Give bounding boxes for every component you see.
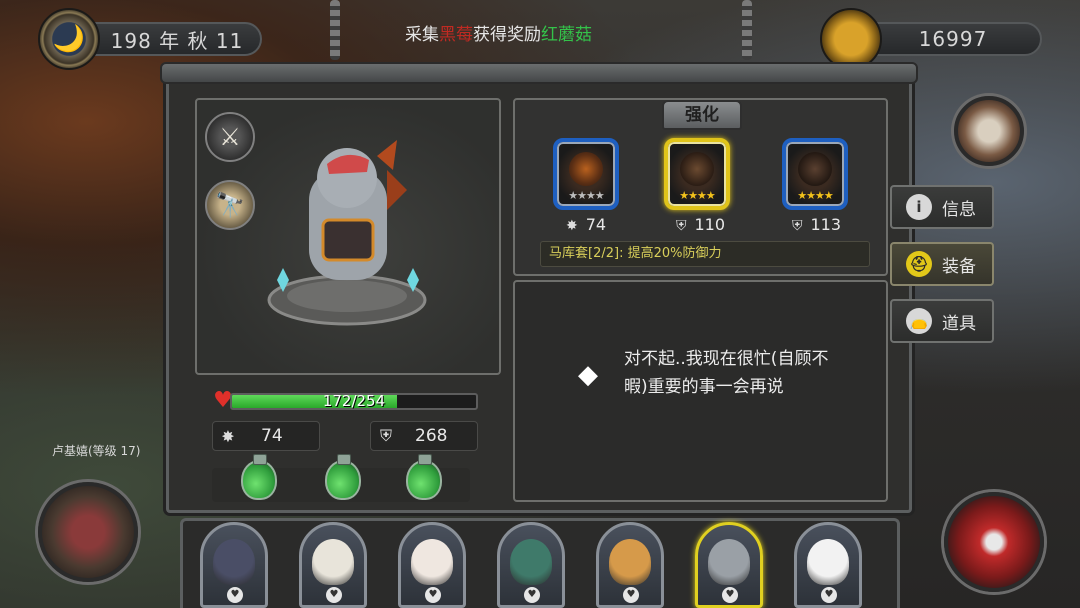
set-bonus-text: 马库套[2/2]: 提高20%防御力	[540, 241, 870, 267]
gear-value-text: 110	[694, 215, 726, 234]
hero-card-bull[interactable]: ♥	[200, 522, 268, 608]
hero-card-polar-bear[interactable]: ♥	[794, 522, 862, 608]
class-badge-icon: ♥	[623, 587, 639, 603]
class-badge-icon: ♥	[425, 587, 441, 603]
tab-label: 信息	[942, 199, 976, 220]
polar-bear-portrait	[807, 539, 849, 585]
tab-items[interactable]: 👝 道具	[890, 299, 994, 343]
class-badge-icon: ♥	[326, 587, 342, 603]
bull-portrait	[213, 539, 255, 585]
attack-value: 74	[261, 426, 283, 446]
gear-attack-value: ✸ 74	[566, 215, 606, 234]
gear-defense-value: ⛨ 110	[676, 215, 725, 234]
strengthen-button[interactable]: 强化	[662, 100, 742, 130]
house-button[interactable]	[38, 482, 138, 582]
giraffe-portrait	[609, 539, 651, 585]
quest-mid: 获得奖励	[473, 25, 541, 45]
quest-target: 黑莓	[439, 25, 473, 45]
eagle-portrait	[312, 539, 354, 585]
hero-portrait-button[interactable]	[954, 96, 1024, 166]
class-badge-icon: ♥	[722, 587, 738, 603]
armor-art	[680, 152, 714, 186]
health-text: 172/254	[322, 392, 386, 410]
potion-slot-3[interactable]	[406, 454, 442, 500]
gear-slot-armor[interactable]: ★★★★	[664, 138, 730, 210]
moon-calendar-icon[interactable]: 🌙	[38, 8, 100, 70]
potion-slot-1[interactable]	[241, 454, 277, 500]
dialog-text: 对不起..我现在很忙(自顾不 暇)重要的事一会再说	[624, 345, 864, 401]
attack-icon: ✸	[566, 218, 578, 234]
gear-defense-value: ⛨ 113	[792, 215, 841, 234]
attack-icon: ✸	[221, 426, 235, 446]
elephant-portrait	[708, 539, 750, 585]
gold-display: 16997	[864, 22, 1042, 56]
bag-icon: 👝	[906, 308, 932, 334]
accessory-art	[798, 152, 832, 186]
attack-stat: ✸ 74	[212, 421, 320, 451]
gear-value-text: 113	[810, 215, 842, 234]
shield-icon: ⛨	[792, 218, 803, 234]
tab-label: 道具	[942, 313, 976, 334]
dialog-line-2: 暇)重要的事一会再说	[624, 377, 784, 397]
dialog-line-1: 对不起..我现在很忙(自顾不	[624, 349, 829, 369]
hero-card-alpaca[interactable]: ♥	[398, 522, 466, 608]
tab-equipment[interactable]: ⛑ 装备	[890, 242, 994, 286]
chain-left	[330, 0, 340, 60]
gear-slot-weapon[interactable]: ★★★★	[553, 138, 619, 210]
hero-name-label: 卢基嬉(等级 17)	[52, 444, 141, 458]
info-icon: i	[906, 194, 932, 220]
defense-stat: ⛨ 268	[370, 421, 478, 451]
chain-right	[742, 0, 752, 60]
tab-label: 装备	[942, 256, 976, 277]
gear-stars: ★★★★	[797, 189, 833, 202]
quest-banner[interactable]: 采集黑莓获得奖励红蘑菇	[405, 20, 592, 45]
date-text: 198 年 秋 11	[110, 28, 244, 53]
date-display: 198 年 秋 11	[92, 22, 262, 56]
hero-card-elephant[interactable]: ♥	[695, 522, 763, 608]
gear-stars: ★★★★	[568, 189, 604, 202]
gold-amount: 16997	[918, 27, 988, 51]
hero-card-crocodile[interactable]: ♥	[497, 522, 565, 608]
class-badge-icon: ♥	[524, 587, 540, 603]
gear-stars: ★★★★	[679, 189, 715, 202]
battle-button[interactable]	[944, 492, 1044, 592]
hero-card-giraffe[interactable]: ♥	[596, 522, 664, 608]
shield-icon: ⛨	[379, 426, 392, 445]
alpaca-portrait	[411, 539, 453, 585]
spyglass-map-icon[interactable]: 🔭	[205, 180, 255, 230]
tab-info[interactable]: i 信息	[890, 185, 994, 229]
class-badge-icon: ♥	[227, 587, 243, 603]
window-top-bar	[160, 62, 918, 84]
defense-value: 268	[415, 426, 448, 446]
crocodile-portrait	[510, 539, 552, 585]
gear-slot-accessory[interactable]: ★★★★	[782, 138, 848, 210]
weapon-art	[569, 152, 603, 186]
gear-value-text: 74	[585, 215, 607, 234]
warning-icon: ◆	[578, 360, 598, 390]
helmet-icon: ⛑	[906, 251, 932, 277]
gold-coin-icon[interactable]	[820, 8, 882, 70]
swords-icon[interactable]: ⚔	[205, 112, 255, 162]
quest-reward: 红蘑菇	[541, 25, 592, 45]
hero-card-eagle[interactable]: ♥	[299, 522, 367, 608]
potion-slot-2[interactable]	[325, 454, 361, 500]
class-badge-icon: ♥	[821, 587, 837, 603]
shield-icon: ⛨	[676, 218, 687, 234]
quest-prefix: 采集	[405, 25, 439, 45]
